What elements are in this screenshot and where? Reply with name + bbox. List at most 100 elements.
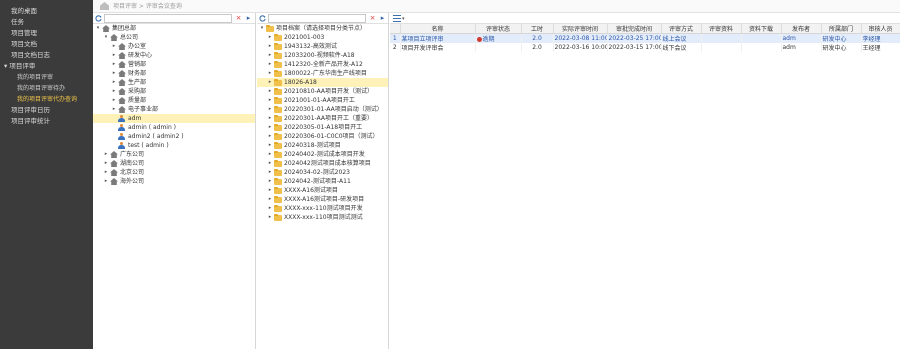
nav-item[interactable]: 项目管理 bbox=[0, 28, 93, 39]
expand-icon[interactable]: ▸ bbox=[111, 105, 117, 114]
org-tree-node[interactable]: adm bbox=[93, 114, 255, 123]
column-header[interactable]: 评审资料 bbox=[701, 24, 742, 34]
project-tree-node[interactable]: ▸ XXXX-A16测试项目 bbox=[257, 186, 388, 195]
nav-item[interactable]: 我的项目评审 bbox=[0, 72, 93, 83]
project-tree-node[interactable]: ▸ 20220306-01-C0C0项目（测试） bbox=[257, 132, 388, 141]
org-tree-node[interactable]: admin2 ( admin2 ) bbox=[93, 132, 255, 141]
project-tree-node[interactable]: ▸ XXXX-A16测试项目-研发项目 bbox=[257, 195, 388, 204]
org-tree-node[interactable]: ▸ 研发中心 bbox=[93, 51, 255, 60]
collapse-icon[interactable]: ▾ bbox=[259, 24, 265, 33]
org-tree-node[interactable]: ▸ 湖南公司 bbox=[93, 159, 255, 168]
project-tree-node[interactable]: ▸ 2024034-02-测试2023 bbox=[257, 168, 388, 177]
table-row[interactable]: 1 某项目立项评审 逾期 2.0 2022-03-08 11:00 2022-03-25 … bbox=[390, 33, 900, 43]
nav-item[interactable]: 项目评审统计 bbox=[0, 116, 93, 127]
project-tree-node[interactable]: ▸ 20240402-测试成本项目开发 bbox=[257, 150, 388, 159]
project-tree-node[interactable]: ▸ XXXX-xxx-110测试项目开发 bbox=[257, 204, 388, 213]
clear-icon[interactable]: × bbox=[368, 14, 377, 23]
expand-icon[interactable]: ▸ bbox=[103, 159, 109, 168]
org-tree-node[interactable]: ▸ 广东公司 bbox=[93, 150, 255, 159]
column-header[interactable]: 审核人员 bbox=[861, 24, 900, 34]
expand-icon[interactable]: ▸ bbox=[267, 132, 273, 141]
cell-name[interactable]: 项目开发评审会 bbox=[400, 43, 476, 52]
project-tree-node[interactable]: ▸ 20240318-测试项目 bbox=[257, 141, 388, 150]
project-tree-node[interactable]: ▸ 20210810-AA项目开发（测试） bbox=[257, 87, 388, 96]
column-header[interactable]: 发布者 bbox=[781, 24, 822, 34]
project-tree-node[interactable]: ▸ 2021001-003 bbox=[257, 33, 388, 42]
nav-item[interactable]: ▾ 项目评审 bbox=[0, 61, 93, 72]
nav-item[interactable]: 项目文档 bbox=[0, 39, 93, 50]
project-tree-node[interactable]: ▸ 1800022-广东华南生产线项目 bbox=[257, 69, 388, 78]
project-tree-node[interactable]: ▸ 1943132-高效测试 bbox=[257, 42, 388, 51]
project-search-input[interactable] bbox=[268, 14, 366, 23]
org-search-input[interactable] bbox=[104, 14, 232, 23]
org-tree-node[interactable]: admin ( admin ) bbox=[93, 123, 255, 132]
expand-icon[interactable]: ▸ bbox=[111, 60, 117, 69]
column-header[interactable]: 资料下载 bbox=[741, 24, 782, 34]
project-tree-node[interactable]: ▸ 20220301-01-AA项目启动（测试） bbox=[257, 105, 388, 114]
org-tree-node[interactable]: ▸ 质量部 bbox=[93, 96, 255, 105]
chevron-down-icon[interactable]: ▾ bbox=[402, 16, 405, 22]
expand-icon[interactable]: ▸ bbox=[267, 96, 273, 105]
collapse-icon[interactable]: ▾ bbox=[95, 24, 101, 33]
org-tree-node[interactable]: ▸ 办公室 bbox=[93, 42, 255, 51]
org-tree-node[interactable]: ▸ 生产部 bbox=[93, 78, 255, 87]
nav-item[interactable]: 任务 bbox=[0, 17, 93, 28]
home-icon[interactable] bbox=[100, 2, 109, 10]
nav-item[interactable]: 我的桌面 bbox=[0, 6, 93, 17]
expand-icon[interactable]: ▸ bbox=[111, 51, 117, 60]
project-tree-node[interactable]: ▸ 20220301-AA项目开工（重要） bbox=[257, 114, 388, 123]
expand-icon[interactable]: ▸ bbox=[267, 168, 273, 177]
expand-icon[interactable]: ▸ bbox=[103, 150, 109, 159]
expand-icon[interactable]: ▸ bbox=[111, 69, 117, 78]
refresh-icon[interactable] bbox=[95, 15, 102, 22]
expand-icon[interactable]: ▸ bbox=[103, 177, 109, 186]
column-header[interactable]: 实际评审时间 bbox=[553, 24, 608, 34]
org-tree-node[interactable]: ▸ 电子事业部 bbox=[93, 105, 255, 114]
expand-icon[interactable]: ▸ bbox=[267, 177, 273, 186]
column-header[interactable]: 所属部门 bbox=[821, 24, 862, 34]
search-go-icon[interactable]: ▸ bbox=[378, 14, 387, 23]
nav-item[interactable]: 我的项目评审待办 bbox=[0, 83, 93, 94]
column-header[interactable]: 评审状态 bbox=[475, 24, 522, 34]
clear-icon[interactable]: × bbox=[234, 14, 243, 23]
nav-item[interactable]: 我的项目评审代办查询 bbox=[0, 94, 93, 105]
expand-icon[interactable]: ▸ bbox=[103, 168, 109, 177]
project-tree-node[interactable]: ▸ 2021001-01-AA项目开工 bbox=[257, 96, 388, 105]
expand-icon[interactable]: ▸ bbox=[267, 141, 273, 150]
project-tree-node[interactable]: ▾ 项目档案（请选择项目分类节点） bbox=[257, 24, 388, 33]
expand-icon[interactable]: ▸ bbox=[111, 87, 117, 96]
expand-icon[interactable]: ▸ bbox=[267, 159, 273, 168]
expand-icon[interactable]: ▸ bbox=[267, 60, 273, 69]
nav-item[interactable]: 项目评审日历 bbox=[0, 105, 93, 116]
expand-icon[interactable]: ▸ bbox=[111, 96, 117, 105]
expand-icon[interactable]: ▸ bbox=[267, 114, 273, 123]
expand-icon[interactable]: ▸ bbox=[111, 42, 117, 51]
cell-name[interactable]: 某项目立项评审 bbox=[400, 33, 476, 43]
project-tree-node[interactable]: ▸ 2024042测试项目成本核算项目 bbox=[257, 159, 388, 168]
column-header[interactable]: 名称 bbox=[400, 24, 476, 34]
org-tree-node[interactable]: ▾ 集团总部 bbox=[93, 24, 255, 33]
expand-icon[interactable]: ▸ bbox=[267, 33, 273, 42]
project-tree-node[interactable]: ▸ 2024042-测试项目-A11 bbox=[257, 177, 388, 186]
column-header[interactable]: 工时 bbox=[521, 24, 554, 34]
refresh-icon[interactable] bbox=[259, 15, 266, 22]
collapse-icon[interactable]: ▾ bbox=[103, 33, 109, 42]
project-tree-node[interactable]: ▸ 18026-A18 bbox=[257, 78, 388, 87]
project-tree-node[interactable]: ▸ 1412320-全新产品开发-A12 bbox=[257, 60, 388, 69]
expand-icon[interactable]: ▸ bbox=[267, 195, 273, 204]
org-tree-node[interactable]: ▸ 采购部 bbox=[93, 87, 255, 96]
project-tree-node[interactable]: ▸ 20220305-01-A18项目开工 bbox=[257, 123, 388, 132]
expand-icon[interactable]: ▸ bbox=[267, 204, 273, 213]
expand-icon[interactable]: ▸ bbox=[267, 213, 273, 222]
column-header[interactable]: 审批完成时间 bbox=[607, 24, 662, 34]
org-tree-node[interactable]: ▸ 财务部 bbox=[93, 69, 255, 78]
menu-icon[interactable] bbox=[393, 15, 401, 22]
nav-item[interactable]: 项目文档日志 bbox=[0, 50, 93, 61]
expand-icon[interactable]: ▸ bbox=[111, 78, 117, 87]
table-row[interactable]: 2 项目开发评审会 2.0 2022-03-16 10:00 2022-03-15 17… bbox=[390, 43, 900, 52]
org-tree-node[interactable]: ▸ 海外公司 bbox=[93, 177, 255, 186]
org-tree-node[interactable]: test ( admin ) bbox=[93, 141, 255, 150]
org-tree-node[interactable]: ▾ 总公司 bbox=[93, 33, 255, 42]
expand-icon[interactable]: ▸ bbox=[267, 105, 273, 114]
expand-icon[interactable]: ▸ bbox=[267, 51, 273, 60]
